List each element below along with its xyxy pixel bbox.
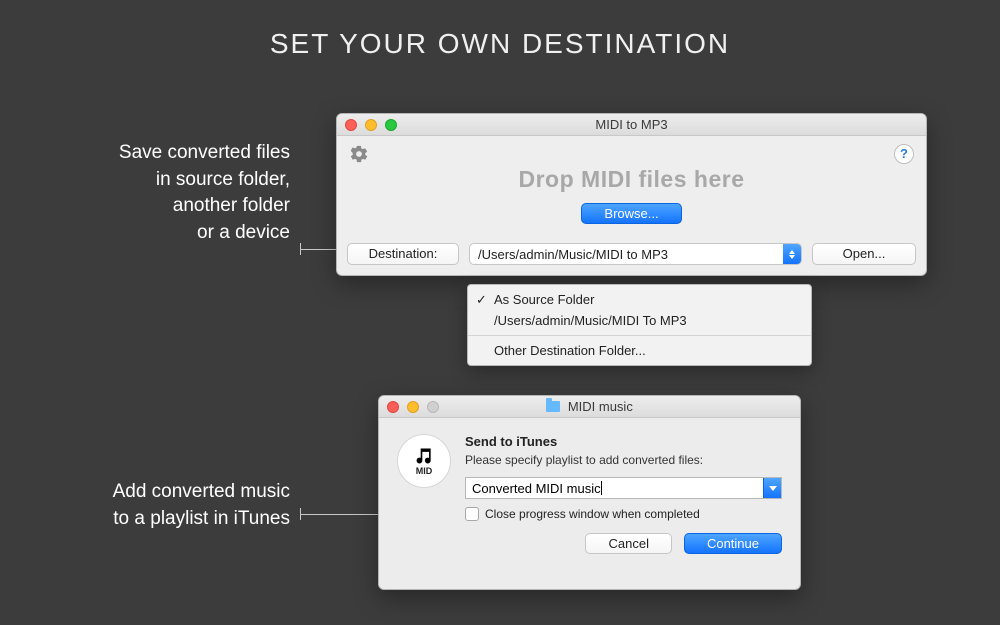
mid-icon-label: MID (416, 466, 433, 476)
playlist-input[interactable]: Converted MIDI music (466, 481, 763, 496)
window2-title: MIDI music (568, 399, 633, 414)
cancel-button[interactable]: Cancel (585, 533, 671, 554)
page-title: SET YOUR OWN DESTINATION (0, 0, 1000, 60)
close-icon[interactable] (345, 119, 357, 131)
menu-item-label: Other Destination Folder... (494, 343, 646, 358)
drop-zone-title: Drop MIDI files here (337, 166, 926, 193)
destination-dropdown-menu: ✓ As Source Folder /Users/admin/Music/MI… (467, 284, 812, 366)
pointer-line-2 (300, 514, 378, 515)
help-button[interactable]: ? (894, 144, 914, 164)
caption1-line2: in source folder, (0, 167, 290, 194)
open-button[interactable]: Open... (812, 243, 916, 265)
destination-button[interactable]: Destination: (347, 243, 459, 265)
combobox-arrow[interactable] (763, 478, 781, 498)
feature-caption-1: Save converted files in source folder, a… (0, 140, 290, 246)
settings-button[interactable] (349, 144, 369, 169)
pointer-tick-1 (300, 243, 301, 255)
maximize-icon[interactable] (385, 119, 397, 131)
window-midi-to-mp3: MIDI to MP3 ? Drop MIDI files here Brows… (336, 113, 927, 276)
playlist-value: Converted MIDI music (472, 481, 601, 496)
popup-arrows-icon (783, 244, 801, 264)
text-caret (601, 481, 602, 495)
caption2-line1: Add converted music (0, 479, 290, 506)
checkbox-label: Close progress window when completed (485, 507, 700, 521)
close-on-complete-checkbox[interactable] (465, 507, 479, 521)
caption1-line1: Save converted files (0, 140, 290, 167)
chevron-down-icon (769, 486, 777, 491)
menu-item-other-folder[interactable]: Other Destination Folder... (468, 340, 811, 361)
browse-button[interactable]: Browse... (581, 203, 681, 224)
mid-file-icon: MID (397, 434, 451, 488)
pointer-line-1 (300, 249, 336, 250)
sheet-subtitle: Please specify playlist to add converted… (465, 453, 782, 467)
window1-title: MIDI to MP3 (595, 117, 667, 132)
music-note-icon (414, 446, 434, 466)
destination-path-popup[interactable]: /Users/admin/Music/MIDI to MP3 (469, 243, 802, 265)
menu-item-saved-path[interactable]: /Users/admin/Music/MIDI To MP3 (468, 310, 811, 331)
caption1-line4: or a device (0, 220, 290, 247)
pointer-tick-2 (300, 508, 301, 520)
window-midi-music: MIDI music MID Send to iTunes Please spe… (378, 395, 801, 590)
help-icon: ? (900, 146, 908, 161)
menu-item-label: /Users/admin/Music/MIDI To MP3 (494, 313, 687, 328)
menu-item-as-source-folder[interactable]: ✓ As Source Folder (468, 289, 811, 310)
close-icon[interactable] (387, 401, 399, 413)
folder-icon (546, 401, 560, 412)
feature-caption-2: Add converted music to a playlist in iTu… (0, 479, 290, 532)
caption2-line2: to a playlist in iTunes (0, 506, 290, 533)
window1-titlebar[interactable]: MIDI to MP3 (337, 114, 926, 136)
menu-item-label: As Source Folder (494, 292, 594, 307)
gear-icon (349, 144, 369, 164)
menu-separator (468, 335, 811, 336)
checkmark-icon: ✓ (476, 292, 487, 308)
window2-titlebar[interactable]: MIDI music (379, 396, 800, 418)
playlist-combobox[interactable]: Converted MIDI music (465, 477, 782, 499)
minimize-icon[interactable] (365, 119, 377, 131)
sheet-title: Send to iTunes (465, 434, 782, 449)
maximize-icon (427, 401, 439, 413)
destination-path-text: /Users/admin/Music/MIDI to MP3 (470, 247, 783, 262)
caption1-line3: another folder (0, 193, 290, 220)
minimize-icon[interactable] (407, 401, 419, 413)
continue-button[interactable]: Continue (684, 533, 782, 554)
